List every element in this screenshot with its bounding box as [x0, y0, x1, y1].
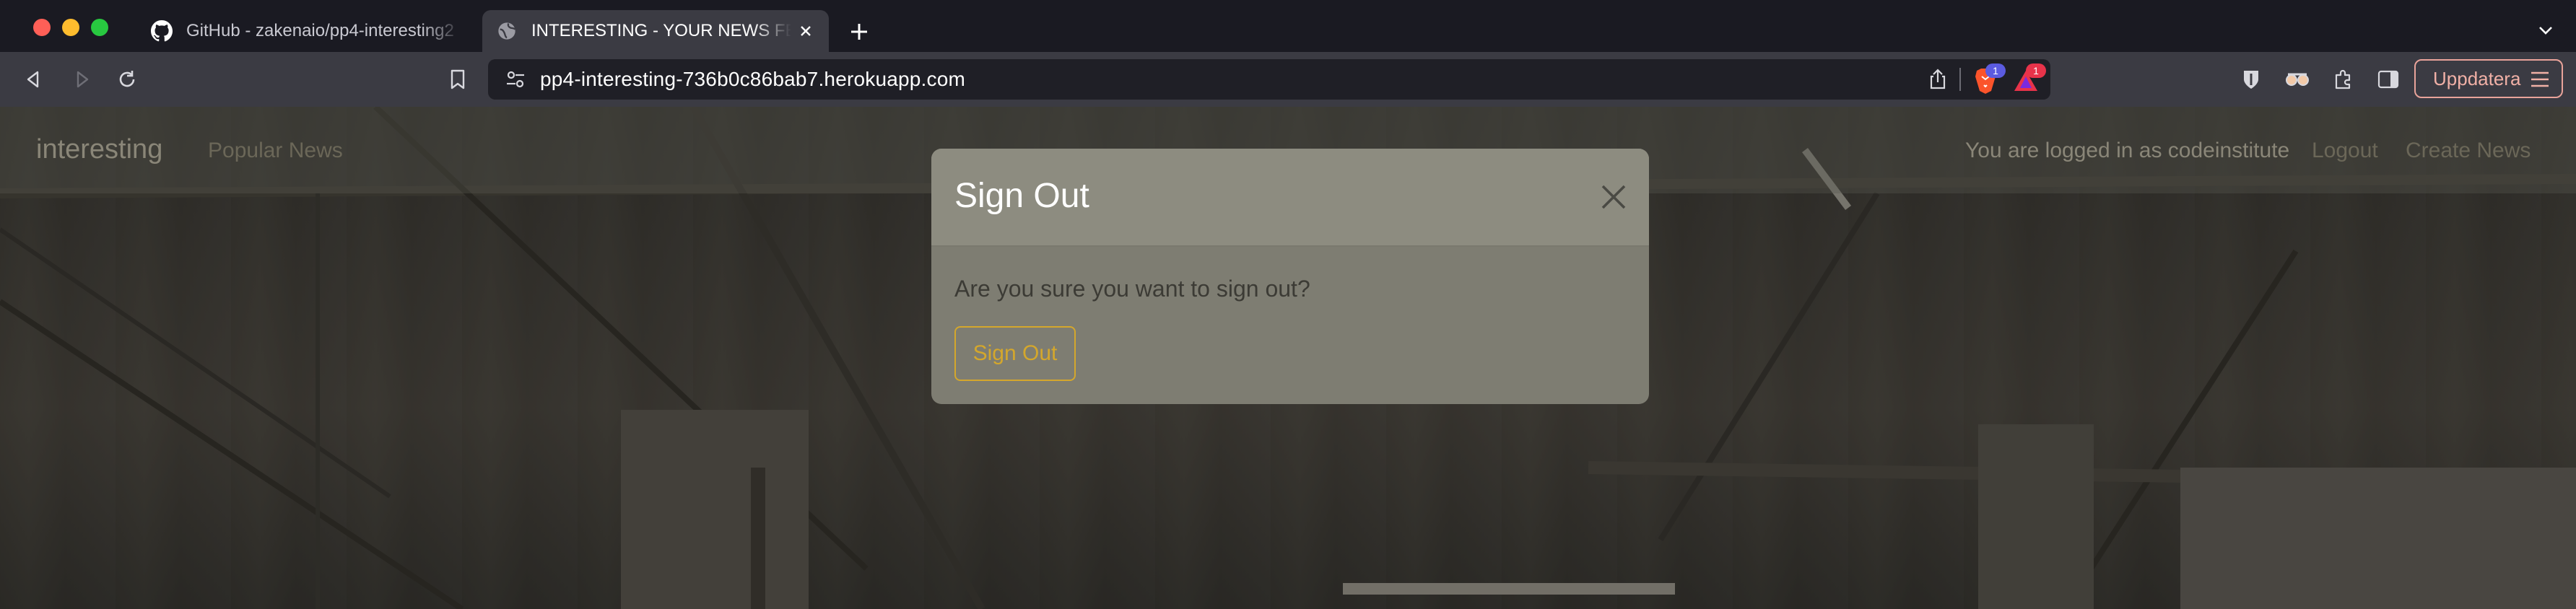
sidebar-toggle-icon[interactable] — [2375, 66, 2401, 92]
address-bar[interactable]: pp4-interesting-736b0c86bab7.herokuapp.c… — [488, 59, 2050, 100]
update-label: Uppdatera — [2433, 67, 2521, 89]
reload-icon[interactable] — [114, 66, 140, 92]
tab-interesting[interactable]: INTERESTING - YOUR NEWS FEED — [482, 10, 829, 52]
login-status: You are logged in as codeinstitute — [1965, 139, 2290, 162]
chevron-down-icon[interactable] — [2534, 19, 2557, 42]
tab-title: INTERESTING - YOUR NEWS FEED — [531, 21, 791, 40]
sign-out-modal: Sign Out Are you sure you want to sign o… — [931, 149, 1649, 404]
tab-strip: GitHub - zakenaio/pp4-interesting2 INTER… — [0, 0, 2576, 52]
bookmark-icon[interactable] — [445, 66, 471, 92]
minimize-window-button[interactable] — [62, 19, 79, 36]
badge-count: 1 — [2026, 63, 2046, 78]
modal-message: Are you sure you want to sign out? — [954, 276, 1310, 302]
badge-count: 1 — [1985, 63, 2006, 78]
modal-title: Sign Out — [954, 177, 1089, 215]
globe-icon — [495, 19, 518, 43]
tab-title: GitHub - zakenaio/pp4-interesting2 — [186, 21, 454, 40]
close-icon[interactable] — [1597, 180, 1630, 214]
url-text: pp4-interesting-736b0c86bab7.herokuapp.c… — [540, 68, 966, 90]
brave-shields-icon[interactable]: 1 — [1971, 63, 2006, 95]
divider — [1959, 68, 1961, 91]
close-window-button[interactable] — [33, 19, 51, 36]
nav-popular-news[interactable]: Popular News — [208, 139, 343, 163]
site-settings-icon[interactable] — [504, 68, 527, 91]
modal-header: Sign Out — [931, 149, 1649, 247]
extensions-puzzle-icon[interactable] — [2331, 66, 2357, 92]
github-icon — [150, 19, 173, 43]
extension-icon[interactable] — [2284, 66, 2310, 92]
new-tab-button[interactable] — [845, 17, 874, 46]
update-button[interactable]: Uppdatera — [2414, 59, 2563, 98]
close-tab-icon[interactable] — [796, 21, 816, 41]
maximize-window-button[interactable] — [91, 19, 108, 36]
forward-icon[interactable] — [69, 66, 95, 92]
site-brand[interactable]: interesting — [36, 134, 162, 165]
back-icon[interactable] — [20, 66, 46, 92]
nav-logout[interactable]: Logout — [2312, 139, 2378, 163]
sign-out-button[interactable]: Sign Out — [954, 326, 1076, 381]
share-icon[interactable] — [1926, 68, 1949, 91]
nav-create-news[interactable]: Create News — [2406, 139, 2531, 163]
web-page: interesting Popular News You are logged … — [0, 107, 2576, 609]
menu-icon — [2530, 71, 2550, 93]
password-manager-icon[interactable] — [2238, 66, 2264, 92]
brave-rewards-icon[interactable]: 1 — [2011, 63, 2046, 95]
tab-github[interactable]: GitHub - zakenaio/pp4-interesting2 — [137, 10, 477, 52]
browser-toolbar: pp4-interesting-736b0c86bab7.herokuapp.c… — [0, 52, 2576, 107]
